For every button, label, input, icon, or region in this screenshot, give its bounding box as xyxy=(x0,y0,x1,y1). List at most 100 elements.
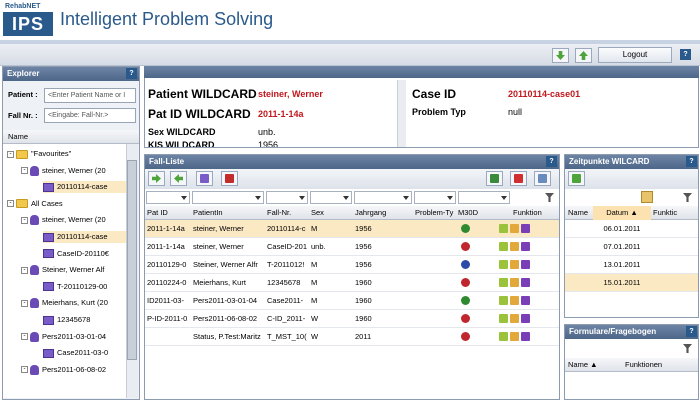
help-icon[interactable]: ? xyxy=(680,49,691,60)
collapse-toggle-icon[interactable]: - xyxy=(21,266,28,274)
open-icon[interactable] xyxy=(510,332,519,342)
fall-col-header[interactable]: Sex xyxy=(311,206,353,220)
upload-up-button[interactable] xyxy=(575,48,592,63)
tree-item[interactable]: T-20110129-00 xyxy=(43,281,126,293)
collapse-toggle-icon[interactable]: - xyxy=(21,333,28,341)
table-row[interactable]: 2011-1-14a steiner, Werner 20110114-c M 1956 xyxy=(145,220,559,238)
fall-col-header[interactable]: Problem-Ty xyxy=(415,206,457,220)
edit-icon[interactable] xyxy=(499,224,508,234)
case-icon[interactable] xyxy=(521,314,530,324)
zeitpunkt-row[interactable]: 15.01.2011 xyxy=(565,274,698,292)
copy-case-button[interactable] xyxy=(170,171,187,186)
tree-item-label: All Cases xyxy=(31,198,63,208)
formulare-col-header[interactable]: Funktionen xyxy=(625,358,695,372)
collapse-toggle-icon[interactable]: - xyxy=(21,299,28,307)
edit-icon[interactable] xyxy=(499,314,508,324)
open-icon[interactable] xyxy=(510,260,519,270)
table-row[interactable]: ID2011-03- Pers2011-03-01-04 Case2011- M 196… xyxy=(145,292,559,310)
zeitpunkt-row[interactable]: 06.01.2011 xyxy=(565,220,698,238)
filter-clear-button[interactable] xyxy=(510,171,527,186)
zeitpunkte-col-header[interactable]: Funktic xyxy=(653,206,693,220)
tree-item[interactable]: - Pers2011-06-08-02 xyxy=(21,364,126,376)
fall-col-header[interactable]: PatientIn xyxy=(193,206,265,220)
table-row[interactable]: P-ID-2011-0 Pers2011-06-08-02 C-ID_2011- W 1… xyxy=(145,310,559,328)
collapse-toggle-icon[interactable]: - xyxy=(7,150,14,158)
case-icon[interactable] xyxy=(521,278,530,288)
calendar-icon[interactable] xyxy=(641,191,653,203)
fall-col-header[interactable]: Jahrgang xyxy=(355,206,413,220)
edit-icon[interactable] xyxy=(499,296,508,306)
edit-icon[interactable] xyxy=(499,278,508,288)
open-case-button[interactable] xyxy=(196,171,213,186)
case-icon[interactable] xyxy=(521,296,530,306)
table-row[interactable]: 20110129-0 Steiner, Werner Alfr T-2011012!… xyxy=(145,256,559,274)
case-icon[interactable] xyxy=(521,242,530,252)
zeitpunkte-col-header[interactable]: Name xyxy=(568,206,593,220)
add-case-button[interactable] xyxy=(148,171,165,186)
zeitpunkt-row[interactable]: 13.01.2011 xyxy=(565,256,698,274)
fall-col-header[interactable]: Funktion xyxy=(513,206,559,220)
tree-item[interactable]: 12345678 xyxy=(43,314,126,326)
tree-item[interactable]: - Meierhans, Kurt (20 xyxy=(21,297,126,309)
fall-nr-input[interactable]: <Eingabe: Fall-Nr.> xyxy=(44,108,136,123)
filter-patid[interactable] xyxy=(146,191,190,204)
explorer-scroll-thumb[interactable] xyxy=(127,160,137,360)
tree-item[interactable]: - Steiner, Werner Alf xyxy=(21,264,126,276)
patient-search-input[interactable]: <Enter Patient Name or I xyxy=(44,88,136,103)
fall-col-header[interactable]: Fall-Nr. xyxy=(267,206,309,220)
table-row[interactable]: Status, P.Test:Maritz T_MST_10(W 2011 xyxy=(145,328,559,346)
m30d-status-icon xyxy=(461,242,470,251)
filter-jahrgang[interactable] xyxy=(354,191,412,204)
open-icon[interactable] xyxy=(510,296,519,306)
filter-sex[interactable] xyxy=(310,191,352,204)
fall-liste-help-icon[interactable]: ? xyxy=(546,156,557,167)
formulare-col-header[interactable]: Name ▲ xyxy=(568,358,623,372)
case-icon[interactable] xyxy=(521,224,530,234)
tree-item[interactable]: - "Favourites" xyxy=(7,148,126,160)
open-icon[interactable] xyxy=(510,242,519,252)
zeitpunkte-help-icon[interactable]: ? xyxy=(686,156,697,167)
delete-case-button[interactable] xyxy=(221,171,238,186)
open-icon[interactable] xyxy=(510,278,519,288)
tree-view-button[interactable] xyxy=(486,171,503,186)
filter-patientin[interactable] xyxy=(192,191,264,204)
person-icon xyxy=(30,331,39,342)
formulare-help-icon[interactable]: ? xyxy=(686,326,697,337)
patient-info-scrollbar[interactable] xyxy=(397,80,406,147)
explorer-col-name[interactable]: Name xyxy=(3,130,139,144)
tree-item[interactable]: Case2011-03-0 xyxy=(43,347,126,359)
zeitpunkt-row[interactable]: 07.01.2011 xyxy=(565,238,698,256)
case-icon[interactable] xyxy=(521,260,530,270)
collapse-toggle-icon[interactable]: - xyxy=(7,200,14,208)
explorer-help-icon[interactable]: ? xyxy=(126,68,137,79)
open-icon[interactable] xyxy=(510,314,519,324)
collapse-toggle-icon[interactable]: - xyxy=(21,216,28,224)
upload-down-button[interactable] xyxy=(552,48,569,63)
open-icon[interactable] xyxy=(510,224,519,234)
edit-icon[interactable] xyxy=(499,242,508,252)
table-row[interactable]: 2011-1-14a steiner, Werner CaseID-201 unb. 1… xyxy=(145,238,559,256)
print-button[interactable] xyxy=(534,171,551,186)
zeitpunkte-col-header[interactable]: Datum ▲ xyxy=(593,206,651,220)
table-row[interactable]: 20110224-0 Meierhans, Kurt 12345678 M 1960 xyxy=(145,274,559,292)
tree-item[interactable]: - steiner, Werner (20 xyxy=(21,165,126,177)
tree-item[interactable]: - steiner, Werner (20 xyxy=(21,214,126,226)
tree-item[interactable]: CaseID-20110€ xyxy=(43,248,126,260)
collapse-toggle-icon[interactable]: - xyxy=(21,366,28,374)
tree-item[interactable]: - All Cases xyxy=(7,198,126,210)
edit-icon[interactable] xyxy=(499,332,508,342)
logout-button[interactable]: Logout xyxy=(598,47,672,63)
collapse-toggle-icon[interactable]: - xyxy=(21,167,28,175)
case-icon[interactable] xyxy=(521,332,530,342)
fall-col-header[interactable]: M30D xyxy=(458,206,510,220)
edit-icon[interactable] xyxy=(499,260,508,270)
filter-problem[interactable] xyxy=(414,191,456,204)
filter-m30d[interactable] xyxy=(458,191,510,204)
tree-item[interactable]: 20110114-case xyxy=(43,231,126,243)
explorer-title: Explorer xyxy=(3,67,139,81)
filter-fallnr[interactable] xyxy=(266,191,308,204)
tree-item[interactable]: - Pers2011-03-01-04 xyxy=(21,331,126,343)
add-zeitpunkt-button[interactable] xyxy=(568,171,585,186)
fall-col-header[interactable]: Pat ID xyxy=(147,206,191,220)
tree-item[interactable]: 20110114-case xyxy=(43,181,126,194)
